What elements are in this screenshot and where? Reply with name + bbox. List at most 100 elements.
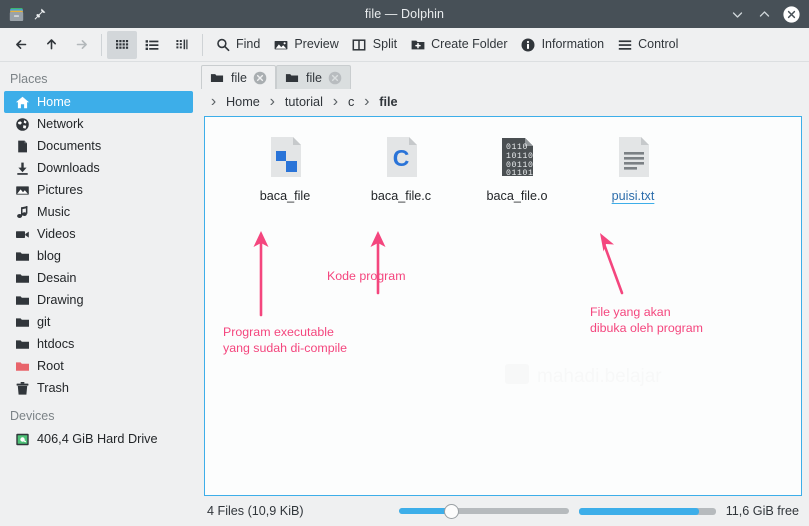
sidebar-item-root[interactable]: Root [4,355,193,377]
zoom-slider[interactable] [398,503,569,519]
sidebar-item-label: blog [37,249,61,263]
sidebar-item-blog[interactable]: blog [4,245,193,267]
sidebar-item-htdocs[interactable]: htdocs [4,333,193,355]
tab-file-1[interactable]: file [201,65,276,89]
svg-text:mahadi.belajar: mahadi.belajar [537,366,662,387]
view-mode-details[interactable] [137,31,167,59]
file-view[interactable]: baca_file C baca_file.c 0110 10110 00110… [204,116,802,496]
split-button[interactable]: Split [345,31,403,59]
sidebar-item-label: Documents [37,139,102,153]
network-icon [14,116,30,132]
tab-close-icon[interactable] [253,70,268,85]
folder-red-icon [14,358,30,374]
file-item-puisi-txt[interactable]: puisi.txt [575,133,691,203]
find-button[interactable]: Find [208,31,266,59]
picture-icon [14,182,30,198]
toolbar-separator-2 [202,33,203,56]
tab-close-icon[interactable] [328,70,343,85]
folder-plus-icon [409,36,426,53]
image-icon [272,36,289,53]
information-button[interactable]: Information [514,31,611,59]
close-button[interactable] [783,5,800,23]
sidebar-item-home[interactable]: Home [4,91,193,113]
file-grid: baca_file C baca_file.c 0110 10110 00110… [205,117,801,203]
folder-icon [210,70,225,85]
preview-button[interactable]: Preview [266,31,344,59]
forward-button[interactable] [66,31,96,59]
text-file-icon [609,133,657,181]
chevron-right-icon: › [332,93,339,110]
executable-file-icon [261,133,309,181]
create-folder-button[interactable]: Create Folder [403,31,513,59]
sidebar-item-network[interactable]: Network [4,113,193,135]
title-bar-left [0,6,47,23]
annotation-executable: Program executable yang sudah di-compile [223,325,347,355]
file-name: puisi.txt [611,189,655,203]
sidebar-item-label: Music [37,205,71,219]
minimize-button[interactable] [729,6,746,23]
file-item-baca-file[interactable]: baca_file [227,133,343,203]
sidebar-item-pictures[interactable]: Pictures [4,179,193,201]
svg-text:10110: 10110 [506,152,534,161]
back-button[interactable] [6,31,36,59]
sidebar-item-label: htdocs [37,337,75,351]
sidebar-item-label: Downloads [37,161,100,175]
sidebar-item-git[interactable]: git [4,311,193,333]
breadcrumb-item-home[interactable]: Home [221,93,265,111]
maximize-button[interactable] [756,6,773,23]
breadcrumb-item-tutorial[interactable]: tutorial [280,93,328,111]
file-view-wrapper: baca_file C baca_file.c 0110 10110 00110… [197,116,809,496]
tab-label: file [231,70,247,85]
arrow-left-icon [13,36,30,53]
file-name: baca_file.c [370,189,432,203]
arrow-right-icon [73,36,90,53]
folder-icon [14,248,30,264]
tab-label: file [305,70,322,85]
split-label: Split [372,37,398,52]
information-label: Information [541,37,605,52]
harddrive-icon [14,431,30,447]
sidebar-group-places-header: Places [10,72,48,86]
toolbar-separator-1 [101,33,102,56]
breadcrumb-item-file[interactable]: file [374,93,402,111]
view-mode-icons[interactable] [107,30,137,59]
hamburger-icon [616,36,633,53]
main-column: file file › Home › tutorial › c › file b… [197,62,809,526]
file-item-baca-file-o[interactable]: 0110 10110 00110 01101 baca_file.o [459,133,575,203]
pin-icon[interactable] [33,7,47,21]
zoom-slider-handle[interactable] [444,503,460,519]
chevron-right-icon: › [269,93,275,110]
annotation-arrow-source [370,231,386,295]
create-folder-label: Create Folder [431,37,508,52]
info-icon [520,36,537,53]
sidebar-item-drawing[interactable]: Drawing [4,289,193,311]
sidebar-item-downloads[interactable]: Downloads [4,157,193,179]
download-icon [14,160,30,176]
sidebar-item-hard-drive[interactable]: 406,4 GiB Hard Drive [4,428,193,450]
home-icon [14,94,30,110]
sidebar-item-label: Trash [37,381,69,395]
sidebar-item-label: Pictures [37,183,83,197]
sidebar-item-music[interactable]: Music [4,201,193,223]
places-sidebar: Places Home Network Documents Downloads … [0,62,197,526]
breadcrumb: › Home › tutorial › c › file [197,88,809,116]
trash-icon [14,380,30,396]
sidebar-item-label: 406,4 GiB Hard Drive [37,432,158,446]
up-button[interactable] [36,31,66,59]
dolphin-window: file — Dolphin Find Preview Split Create… [0,0,809,526]
sidebar-item-trash[interactable]: Trash [4,377,193,399]
file-item-baca-file-c[interactable]: C baca_file.c [343,133,459,203]
sidebar-item-desain[interactable]: Desain [4,267,193,289]
control-button[interactable]: Control [610,31,684,59]
view-mode-compact[interactable] [167,31,197,59]
sidebar-item-documents[interactable]: Documents [4,135,193,157]
status-bar: 4 Files (10,9 KiB) 11,6 GiB free [197,496,809,526]
split-icon [351,36,368,53]
sidebar-item-label: Network [37,117,84,131]
grid-icon [114,36,131,53]
chevron-right-icon: › [210,93,217,110]
tab-file-2[interactable]: file [275,65,351,89]
breadcrumb-item-c[interactable]: c [343,93,359,111]
sidebar-item-videos[interactable]: Videos [4,223,193,245]
sidebar-item-label: Desain [37,271,77,285]
